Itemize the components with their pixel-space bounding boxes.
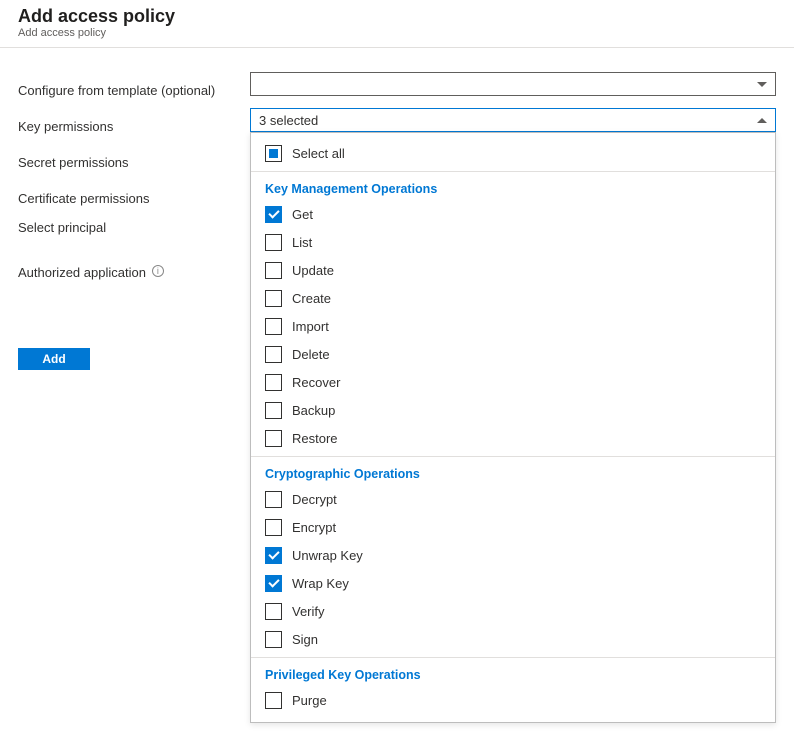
permission-option[interactable]: List [251,228,775,256]
checkbox-partial-icon [265,145,282,162]
permission-option[interactable]: Restore [251,424,775,452]
chevron-up-icon [757,118,767,123]
checkbox-icon [265,631,282,648]
permission-option-label: List [292,235,312,250]
checkbox-icon [265,262,282,279]
checkbox-icon [265,603,282,620]
permission-option-label: Decrypt [292,492,337,507]
label-select-principal: Select principal [18,216,250,261]
checkbox-icon [265,234,282,251]
permission-option-label: Backup [292,403,335,418]
checkbox-icon [265,519,282,536]
permission-option-label: Import [292,319,329,334]
page-header: Add access policy Add access policy [0,0,794,48]
checkbox-icon [265,374,282,391]
checkbox-icon [265,290,282,307]
permission-option-label: Purge [292,693,327,708]
checkbox-icon [265,402,282,419]
checkbox-icon [265,491,282,508]
divider [251,456,775,457]
permission-option-label: Update [292,263,334,278]
permission-option[interactable]: Wrap Key [251,569,775,597]
checkbox-icon [265,430,282,447]
checkbox-icon [265,692,282,709]
checkmark-icon [268,576,279,587]
breadcrumb: Add access policy [18,27,776,39]
label-authorized-application: Authorized application i [18,261,250,306]
permission-option[interactable]: Sign [251,625,775,653]
add-button[interactable]: Add [18,348,90,370]
permission-option[interactable]: Delete [251,340,775,368]
permission-option[interactable]: Unwrap Key [251,541,775,569]
section-header: Privileged Key Operations [251,662,775,686]
permission-option-label: Encrypt [292,520,336,535]
select-all-option[interactable]: Select all [251,139,775,167]
key-permissions-summary: 3 selected [259,113,318,128]
chevron-down-icon [757,82,767,87]
checkmark-icon [268,207,279,218]
checkbox-icon [265,318,282,335]
checkbox-checked-icon [265,575,282,592]
permission-option-label: Sign [292,632,318,647]
section-header: Cryptographic Operations [251,461,775,485]
permission-option-label: Verify [292,604,325,619]
permission-option[interactable]: Create [251,284,775,312]
permission-option-label: Restore [292,431,338,446]
permission-option[interactable]: Purge [251,686,775,714]
info-icon[interactable]: i [152,265,164,277]
label-authorized-application-text: Authorized application [18,265,146,280]
label-secret-permissions: Secret permissions [18,144,250,180]
configure-template-select[interactable] [250,72,776,96]
permission-option-label: Wrap Key [292,576,349,591]
permission-option[interactable]: Update [251,256,775,284]
page-title: Add access policy [18,6,776,27]
label-configure-template: Configure from template (optional) [18,72,250,108]
checkbox-icon [265,346,282,363]
permission-option[interactable]: Verify [251,597,775,625]
permission-option[interactable]: Backup [251,396,775,424]
permission-option-label: Get [292,207,313,222]
section-header: Key Management Operations [251,176,775,200]
permission-option-label: Create [292,291,331,306]
permission-option[interactable]: Import [251,312,775,340]
permission-option[interactable]: Encrypt [251,513,775,541]
permission-option[interactable]: Recover [251,368,775,396]
divider [251,171,775,172]
divider [251,657,775,658]
label-certificate-permissions: Certificate permissions [18,180,250,216]
permission-option[interactable]: Decrypt [251,485,775,513]
permission-option-label: Unwrap Key [292,548,363,563]
select-all-label: Select all [292,146,345,161]
key-permissions-dropdown: Select all Key Management Operations Get Li… [250,132,776,723]
label-key-permissions: Key permissions [18,108,250,144]
checkbox-checked-icon [265,547,282,564]
permission-option-label: Delete [292,347,330,362]
permission-option-label: Recover [292,375,340,390]
checkbox-checked-icon [265,206,282,223]
key-permissions-select[interactable]: 3 selected [250,108,776,132]
checkmark-icon [268,548,279,559]
permission-option[interactable]: Get [251,200,775,228]
